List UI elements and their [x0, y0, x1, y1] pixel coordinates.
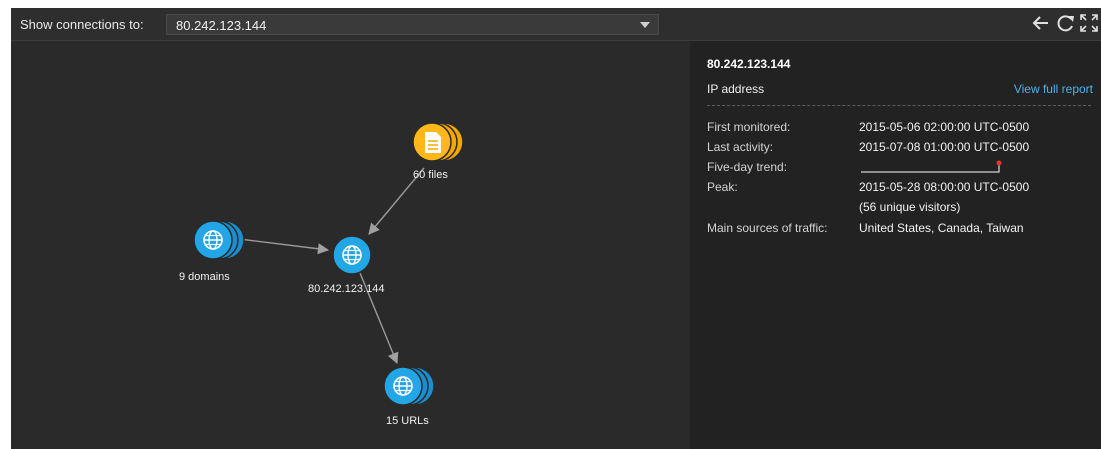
- files-node[interactable]: [412, 122, 464, 162]
- details-subtitle: IP address: [707, 82, 765, 96]
- show-connections-label: Show connections to:: [20, 17, 144, 32]
- details-title: 80.242.123.144: [707, 57, 791, 71]
- last-activity-value: 2015-07-08 01:00:00 UTC-0500: [859, 140, 1030, 154]
- graph-canvas: [193, 122, 464, 406]
- domains-node-label: 9 domains: [179, 271, 230, 283]
- ip-node-label: 80.242.123.144: [308, 283, 385, 295]
- document-icon: [425, 132, 441, 153]
- first-monitored-label: First monitored:: [707, 120, 791, 134]
- peak-label: Peak:: [707, 180, 738, 194]
- urls-node-label: 15 URLs: [386, 415, 429, 427]
- files-node-label: 60 files: [413, 169, 448, 181]
- first-monitored-value: 2015-05-06 02:00:00 UTC-0500: [859, 120, 1030, 134]
- edge-domains-to-ip: [238, 238, 330, 255]
- five-day-trend-label: Five-day trend:: [707, 160, 788, 174]
- details-panel: 80.242.123.144 IP address View full repo…: [690, 41, 1101, 449]
- peak-value: 2015-05-28 08:00:00 UTC-0500: [859, 180, 1030, 194]
- connections-panel: Show connections to: 80.242.123.144 60 f…: [11, 8, 1101, 449]
- urls-node[interactable]: [383, 366, 435, 406]
- domains-node[interactable]: [193, 220, 245, 260]
- dropdown-selected-value: 80.242.123.144: [176, 18, 267, 33]
- main-sources-value: United States, Canada, Taiwan: [859, 221, 1024, 235]
- trend-marker: [996, 160, 1002, 166]
- peak-visitors-value: (56 unique visitors): [859, 200, 961, 214]
- connection-graph: 60 files 9 domains 80.242.123.144 15 URL…: [11, 41, 690, 449]
- fullscreen-icon[interactable]: [1078, 12, 1100, 34]
- toolbar: Show connections to: 80.242.123.144: [11, 8, 1101, 41]
- ip-center-node[interactable]: [332, 235, 372, 275]
- connection-target-dropdown[interactable]: 80.242.123.144: [166, 14, 659, 35]
- chevron-down-icon: [640, 22, 650, 28]
- back-arrow-icon[interactable]: [1030, 12, 1052, 34]
- divider: [707, 105, 1091, 106]
- refresh-icon[interactable]: [1055, 12, 1077, 34]
- main-sources-label: Main sources of traffic:: [707, 221, 828, 235]
- last-activity-label: Last activity:: [707, 140, 774, 154]
- view-full-report-link[interactable]: View full report: [1014, 82, 1093, 96]
- five-day-trend-sparkline: [861, 160, 1002, 173]
